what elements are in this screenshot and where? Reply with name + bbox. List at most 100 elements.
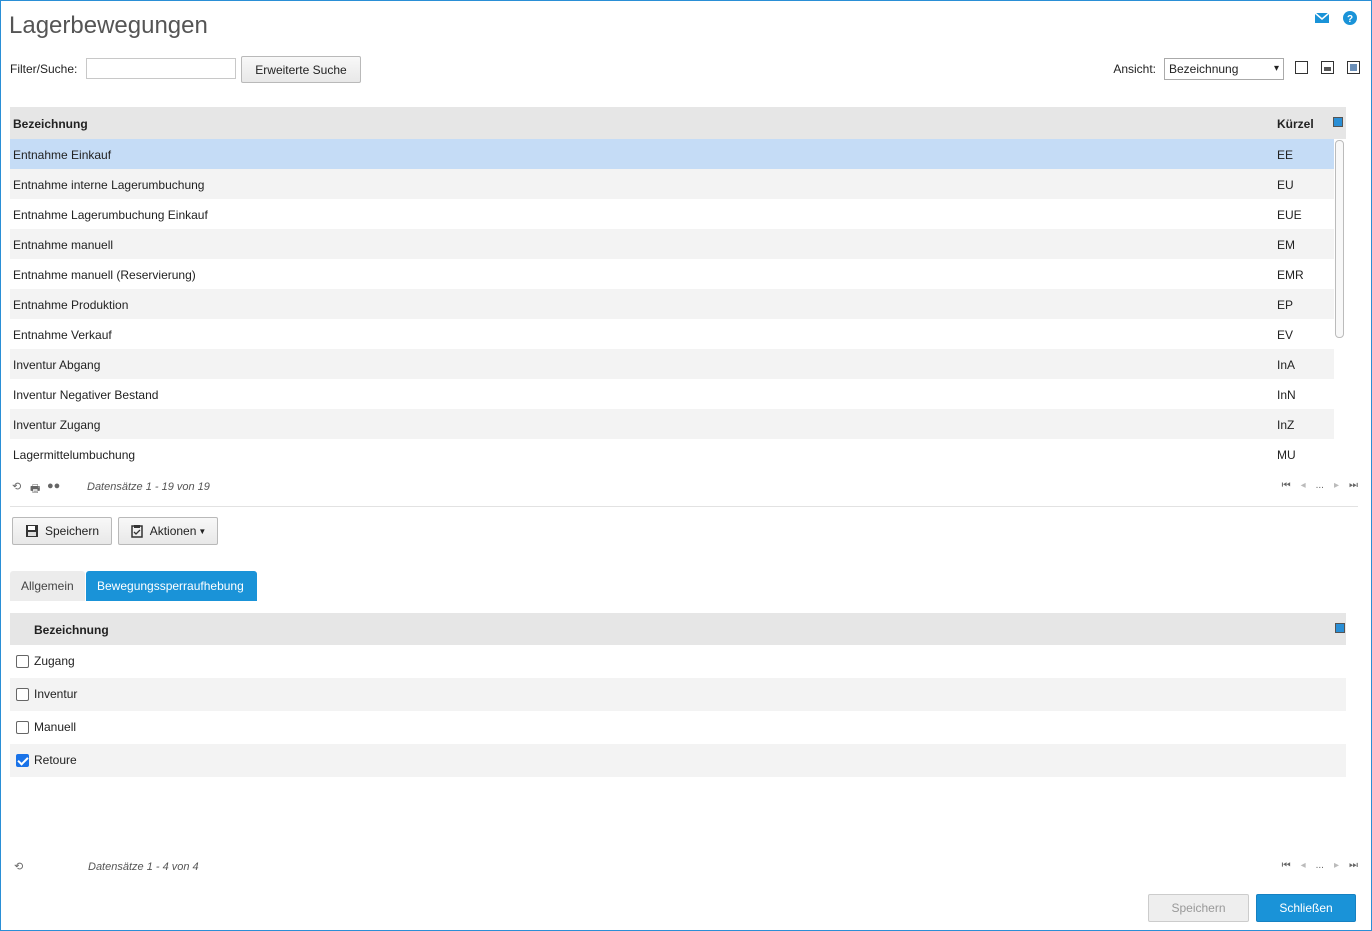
row-checkbox[interactable] xyxy=(16,688,29,701)
view-layout-full-button[interactable] xyxy=(1347,61,1360,74)
table-row[interactable]: Entnahme Lagerumbuchung Einkauf EUE xyxy=(10,199,1334,229)
save-button-label: Speichern xyxy=(44,524,100,538)
table-row[interactable]: Entnahme Verkauf EV xyxy=(10,319,1334,349)
row-code: EM xyxy=(1277,238,1295,252)
row-name: Manuell xyxy=(34,720,77,734)
table-row[interactable]: Lagermittelumbuchung MU xyxy=(10,439,1334,469)
clipboard-icon xyxy=(130,524,144,538)
row-code: InN xyxy=(1277,388,1296,402)
row-name: Entnahme Lagerumbuchung Einkauf xyxy=(13,208,208,222)
page-ellipsis: ... xyxy=(1315,480,1324,491)
row-name: Zugang xyxy=(34,654,75,668)
refresh-icon[interactable]: ⟲ xyxy=(12,480,21,493)
release-grid-header: Bezeichnung xyxy=(10,613,1346,645)
floppy-icon xyxy=(25,524,39,538)
column-config-icon[interactable] xyxy=(1333,117,1343,127)
row-code: EP xyxy=(1277,298,1294,312)
first-page-icon[interactable]: ⏮ xyxy=(1282,480,1291,491)
refresh-icon[interactable]: ⟲ xyxy=(14,860,23,873)
grid-body: Entnahme Einkauf EE Entnahme interne Lager… xyxy=(10,139,1334,469)
view-select-value: Bezeichnung xyxy=(1169,62,1239,76)
record-count: Datensätze 1 - 19 von 19 xyxy=(87,481,210,493)
close-button[interactable]: Schließen xyxy=(1256,894,1356,922)
print-icon[interactable]: 🖶 xyxy=(30,480,40,499)
row-code: EUE xyxy=(1277,208,1302,222)
row-code: EU xyxy=(1277,178,1294,192)
caret-down-icon: ▼ xyxy=(198,526,207,536)
help-icon[interactable]: ? xyxy=(1342,10,1358,26)
record-count: Datensätze 1 - 4 von 4 xyxy=(88,861,199,873)
first-page-icon[interactable]: ⏮ xyxy=(1282,860,1291,871)
table-row[interactable]: Entnahme manuell (Reservierung) EMR xyxy=(10,259,1334,289)
row-name: Retoure xyxy=(34,753,77,767)
page-ellipsis: ... xyxy=(1315,860,1324,871)
row-name: Entnahme Einkauf xyxy=(13,148,112,162)
chevron-down-icon: ▾ xyxy=(1273,63,1279,74)
extended-search-button[interactable]: Erweiterte Suche xyxy=(241,56,361,83)
row-name: Entnahme Verkauf xyxy=(13,328,112,342)
list-item: Manuell xyxy=(10,711,1346,744)
row-checkbox[interactable] xyxy=(16,655,29,668)
movements-grid: Bezeichnung Kürzel Entnahme Einkauf EE Ent… xyxy=(10,107,1346,471)
row-code: EMR xyxy=(1277,268,1304,282)
row-name: Entnahme manuell (Reservierung) xyxy=(13,268,196,282)
chat-icon[interactable]: ●● xyxy=(47,480,60,492)
row-code: MU xyxy=(1277,448,1296,462)
tab-movement-release[interactable]: Bewegungssperraufhebung xyxy=(86,571,257,601)
table-row[interactable]: Entnahme manuell EM xyxy=(10,229,1334,259)
column-header-name[interactable]: Bezeichnung xyxy=(34,623,109,637)
last-page-icon[interactable]: ⏭ xyxy=(1349,860,1358,871)
column-header-code[interactable]: Kürzel xyxy=(1277,117,1314,131)
prev-page-icon[interactable]: ◂ xyxy=(1301,860,1306,871)
row-checkbox[interactable] xyxy=(16,754,29,767)
vertical-scrollbar[interactable] xyxy=(1335,140,1344,338)
next-page-icon[interactable]: ▸ xyxy=(1334,860,1339,871)
row-name: Inventur Zugang xyxy=(13,418,101,432)
list-item: Retoure xyxy=(10,744,1346,777)
row-name: Inventur xyxy=(34,687,78,701)
row-name: Entnahme interne Lagerumbuchung xyxy=(13,178,205,192)
actions-button[interactable]: Aktionen ▼ xyxy=(118,517,218,545)
filter-label: Filter/Suche: xyxy=(10,62,78,76)
row-name: Entnahme manuell xyxy=(13,238,114,252)
svg-text:?: ? xyxy=(1347,14,1353,25)
row-name: Inventur Negativer Bestand xyxy=(13,388,159,402)
save-button[interactable]: Speichern xyxy=(12,517,112,545)
list-item: Zugang xyxy=(10,645,1346,678)
tab-general[interactable]: Allgemein xyxy=(10,571,85,601)
view-layout-single-button[interactable] xyxy=(1295,61,1308,74)
filter-input[interactable] xyxy=(86,58,236,79)
row-name: Entnahme Produktion xyxy=(13,298,129,312)
view-label: Ansicht: xyxy=(1113,62,1156,76)
table-row[interactable]: Entnahme interne Lagerumbuchung EU xyxy=(10,169,1334,199)
table-row[interactable]: Entnahme Produktion EP xyxy=(10,289,1334,319)
view-select[interactable]: Bezeichnung ▾ xyxy=(1164,58,1284,80)
row-code: InZ xyxy=(1277,418,1295,432)
top-icons: ? xyxy=(1314,10,1358,26)
footer-save-button[interactable]: Speichern xyxy=(1148,894,1249,922)
column-header-name[interactable]: Bezeichnung xyxy=(13,117,88,131)
mail-icon[interactable] xyxy=(1314,10,1330,26)
release-grid-pager: ⟲ Datensätze 1 - 4 von 4 ⏮ ◂ ... ▸ ⏭ xyxy=(10,858,1358,876)
release-grid: Bezeichnung Zugang Inventur Manuell Retoure xyxy=(10,613,1346,777)
last-page-icon[interactable]: ⏭ xyxy=(1349,480,1358,491)
divider xyxy=(10,506,1358,507)
row-name: Lagermittelumbuchung xyxy=(13,448,136,462)
row-code: EE xyxy=(1277,148,1294,162)
row-code: EV xyxy=(1277,328,1294,342)
pager-nav: ⏮ ◂ ... ▸ ⏭ xyxy=(1282,860,1358,871)
filter-bar: Filter/Suche: Erweiterte Suche Ansicht: … xyxy=(10,56,1360,84)
table-row[interactable]: Inventur Zugang InZ xyxy=(10,409,1334,439)
prev-page-icon[interactable]: ◂ xyxy=(1301,480,1306,491)
grid-header: Bezeichnung Kürzel xyxy=(10,107,1346,139)
table-row[interactable]: Entnahme Einkauf EE xyxy=(10,139,1334,169)
next-page-icon[interactable]: ▸ xyxy=(1334,480,1339,491)
row-checkbox[interactable] xyxy=(16,721,29,734)
table-row[interactable]: Inventur Negativer Bestand InN xyxy=(10,379,1334,409)
column-config-icon[interactable] xyxy=(1335,623,1345,633)
view-layout-split-button[interactable] xyxy=(1321,61,1334,74)
grid-pager: ⟲ 🖶 ●● Datensätze 1 - 19 von 19 ⏮ ◂ ... … xyxy=(10,478,1358,496)
page-title: Lagerbewegungen xyxy=(9,12,208,39)
release-grid-body: Zugang Inventur Manuell Retoure xyxy=(10,645,1346,777)
table-row[interactable]: Inventur Abgang InA xyxy=(10,349,1334,379)
